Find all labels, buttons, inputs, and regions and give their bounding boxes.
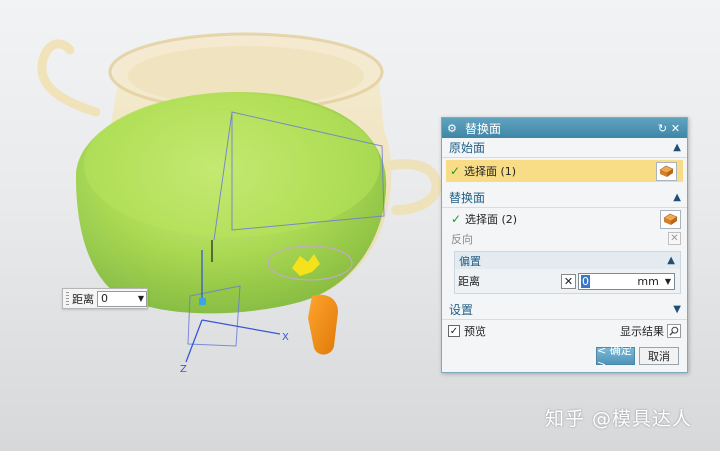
axis-x-label: X	[282, 332, 289, 343]
reverse-direction-icon[interactable]: ✕	[668, 232, 681, 245]
axis-z-label: Z	[180, 364, 187, 375]
dialog-title: 替换面	[465, 121, 502, 136]
ok-button[interactable]: < 确定 >	[596, 344, 635, 371]
check-icon: ✓	[451, 212, 462, 226]
orange-leg	[308, 294, 338, 355]
dialog-buttons: < 确定 > 取消	[442, 342, 687, 371]
offset-group: 偏置 ▲ 距离 ✕ 0 mm ▼	[454, 251, 681, 294]
show-result-label[interactable]: 显示结果	[620, 323, 664, 339]
chevron-up-icon[interactable]: ▲	[667, 255, 675, 266]
offset-distance-field[interactable]: 0 mm ▼	[578, 272, 675, 290]
section-settings-title: 设置	[449, 303, 474, 317]
floating-distance-input[interactable]: 距离 0 ▼	[62, 288, 148, 309]
section-settings[interactable]: 设置 ▼	[442, 300, 687, 320]
section-original-face-title: 原始面	[449, 141, 486, 155]
chevron-down-icon[interactable]: ▼	[665, 277, 671, 286]
offset-distance-value: 0	[581, 274, 590, 288]
close-icon[interactable]: ✕	[669, 122, 682, 135]
left-handle	[37, 39, 101, 117]
floating-distance-label: 距离	[72, 292, 94, 306]
offset-distance-row: 距离 ✕ 0 mm ▼	[455, 269, 680, 293]
original-face-select-row[interactable]: ✓ 选择面 (1)	[446, 160, 683, 182]
drag-grip[interactable]	[66, 292, 69, 305]
watermark: 知乎 @模具达人	[545, 408, 693, 430]
replace-face-dialog: ⚙ 替换面 ↻ ✕ 原始面 ▲ ✓ 选择面 (1) 替换面 ▲ ✓ 选择面 (2…	[441, 117, 688, 373]
reverse-label: 反向	[451, 232, 473, 246]
cancel-button[interactable]: 取消	[639, 347, 679, 365]
reverse-row[interactable]: 反向 ✕	[442, 230, 687, 247]
gear-icon[interactable]: ⚙	[447, 122, 461, 135]
preview-label: 预览	[464, 325, 486, 338]
offset-distance-label: 距离	[458, 275, 480, 288]
section-replace-face[interactable]: 替换面 ▲	[442, 188, 687, 208]
preview-checkbox[interactable]: ✓	[448, 325, 460, 337]
offset-distance-unit: mm	[637, 274, 659, 288]
offset-group-header[interactable]: 偏置 ▲	[455, 252, 680, 269]
chevron-down-icon: ▼	[137, 294, 144, 303]
face-select-icon[interactable]	[656, 161, 677, 181]
offset-group-title: 偏置	[459, 254, 481, 268]
preview-row: ✓ 预览 显示结果	[442, 320, 687, 342]
magnifier-icon[interactable]	[667, 324, 681, 338]
replace-face-select-label: 选择面 (2)	[465, 213, 518, 226]
section-original-face[interactable]: 原始面 ▲	[442, 138, 687, 158]
formula-menu-icon[interactable]: ✕	[561, 273, 576, 289]
floating-distance-select[interactable]: 0 ▼	[97, 290, 147, 307]
chevron-up-icon[interactable]: ▲	[673, 142, 681, 153]
face-select-icon[interactable]	[660, 209, 681, 229]
chevron-down-icon[interactable]: ▼	[673, 304, 681, 315]
check-icon: ✓	[450, 164, 461, 178]
section-replace-face-title: 替换面	[449, 191, 486, 205]
refresh-icon[interactable]: ↻	[656, 122, 669, 135]
replace-face-select-row[interactable]: ✓ 选择面 (2)	[442, 208, 687, 230]
chevron-up-icon[interactable]: ▲	[673, 192, 681, 203]
original-face-select-label: 选择面 (1)	[464, 165, 517, 178]
floating-distance-value: 0	[101, 292, 108, 305]
dialog-titlebar[interactable]: ⚙ 替换面 ↻ ✕	[442, 118, 687, 138]
